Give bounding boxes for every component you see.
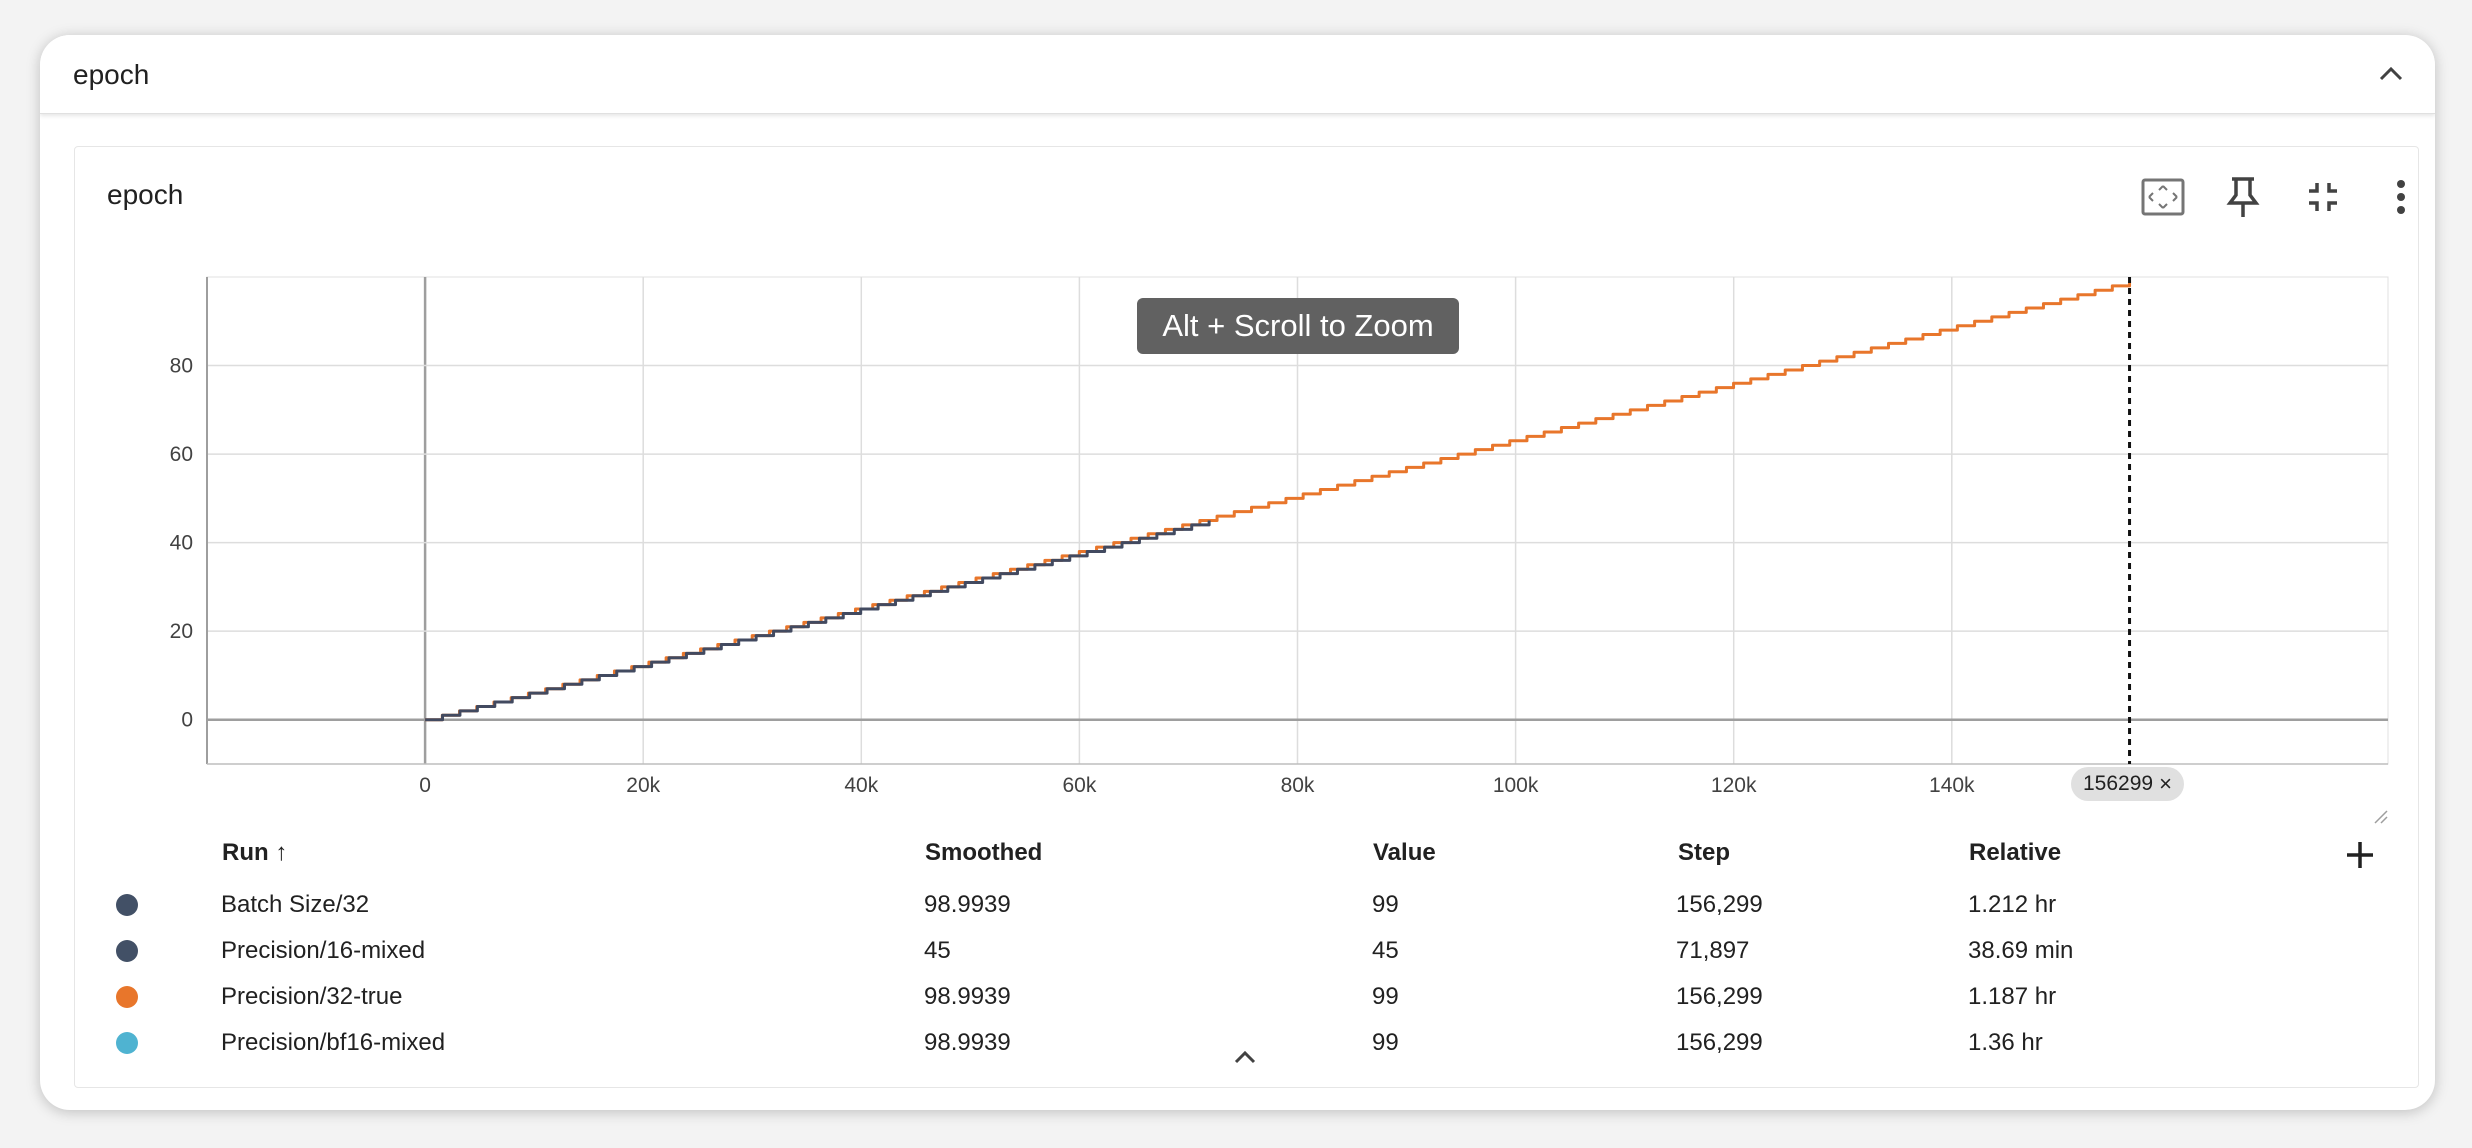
y-tick-label: 40 <box>170 532 193 555</box>
plus-icon <box>2347 842 2373 868</box>
run-color-dot[interactable] <box>116 940 138 962</box>
cell-value: 99 <box>1372 891 1399 918</box>
table-row[interactable]: Precision/16-mixed 45 45 71,897 38.69 min <box>75 931 2418 971</box>
run-color-dot[interactable] <box>116 894 138 916</box>
cell-step: 156,299 <box>1676 1029 1763 1056</box>
cell-run: Precision/32-true <box>221 983 403 1010</box>
step-chip-value: 156299 <box>2083 772 2154 795</box>
chart-svg[interactable]: 0 20k 40k 60k 80k 100k 120k 140k 0 20 40 60 80 <box>75 147 2418 847</box>
cell-relative: 1.212 hr <box>1968 891 2057 918</box>
cell-smoothed: 45 <box>924 937 951 964</box>
x-tick-label: 60k <box>1062 774 1096 797</box>
step-cursor-chip[interactable]: 156299 × <box>2071 767 2184 801</box>
line-chart[interactable]: 0 20k 40k 60k 80k 100k 120k 140k 0 20 40 60 80 <box>75 147 2418 847</box>
scalar-card: epoch 0 20k 40k 60k 80k 100k 120k 140k 0 20 40 60 80 <box>74 146 2419 1088</box>
add-column-button[interactable] <box>2340 835 2380 875</box>
y-tick-label: 80 <box>170 355 193 378</box>
close-icon[interactable]: × <box>2159 771 2172 797</box>
resize-handle-icon[interactable] <box>2373 809 2389 825</box>
chevron-up-icon <box>1234 1050 1256 1064</box>
col-header-step[interactable]: Step <box>1678 839 1730 867</box>
y-tick-label: 20 <box>170 620 193 643</box>
group-title: epoch <box>73 59 150 90</box>
cell-smoothed: 98.9939 <box>924 891 1011 918</box>
zoom-hint-tooltip: Alt + Scroll to Zoom <box>1137 298 1459 354</box>
table-row[interactable]: Batch Size/32 98.9939 99 156,299 1.212 hr <box>75 885 2418 925</box>
x-tick-label: 40k <box>844 774 878 797</box>
y-tick-label: 0 <box>181 709 193 732</box>
cell-value: 45 <box>1372 937 1399 964</box>
collapse-table-button[interactable] <box>1225 1037 1265 1077</box>
cell-step: 156,299 <box>1676 983 1763 1010</box>
run-color-dot[interactable] <box>116 1032 138 1054</box>
cell-value: 99 <box>1372 983 1399 1010</box>
x-tick-label: 120k <box>1711 774 1757 797</box>
cell-relative: 1.187 hr <box>1968 983 2057 1010</box>
col-header-value[interactable]: Value <box>1373 839 1436 867</box>
cell-run: Precision/16-mixed <box>221 937 426 964</box>
x-tick-label: 0 <box>419 774 431 797</box>
y-tick-label: 60 <box>170 443 193 466</box>
series-line <box>425 520 1211 722</box>
group-header[interactable]: epoch <box>40 35 2435 114</box>
col-header-run[interactable]: Run ↑ <box>222 839 287 867</box>
group-collapse-button[interactable] <box>2369 51 2413 95</box>
cell-relative: 38.69 min <box>1968 937 2074 964</box>
x-tick-label: 20k <box>626 774 660 797</box>
cell-relative: 1.36 hr <box>1968 1029 2043 1056</box>
cell-smoothed: 98.9939 <box>924 1029 1011 1056</box>
run-color-dot[interactable] <box>116 986 138 1008</box>
cell-smoothed: 98.9939 <box>924 983 1011 1010</box>
table-row[interactable]: Precision/32-true 98.9939 99 156,299 1.187 h… <box>75 977 2418 1017</box>
cell-value: 99 <box>1372 1029 1399 1056</box>
x-tick-label: 80k <box>1281 774 1315 797</box>
scalar-group-panel: epoch epoch 0 20k 40k 60k 80k 100k 120k … <box>40 35 2435 1110</box>
col-header-relative[interactable]: Relative <box>1969 839 2061 867</box>
chevron-up-icon <box>2379 66 2403 81</box>
cell-step: 71,897 <box>1676 937 1750 964</box>
cell-run: Batch Size/32 <box>221 891 370 918</box>
cell-step: 156,299 <box>1676 891 1763 918</box>
x-tick-label: 100k <box>1493 774 1539 797</box>
cell-run: Precision/bf16-mixed <box>221 1029 446 1056</box>
x-tick-label: 140k <box>1929 774 1975 797</box>
col-header-smoothed[interactable]: Smoothed <box>925 839 1042 867</box>
